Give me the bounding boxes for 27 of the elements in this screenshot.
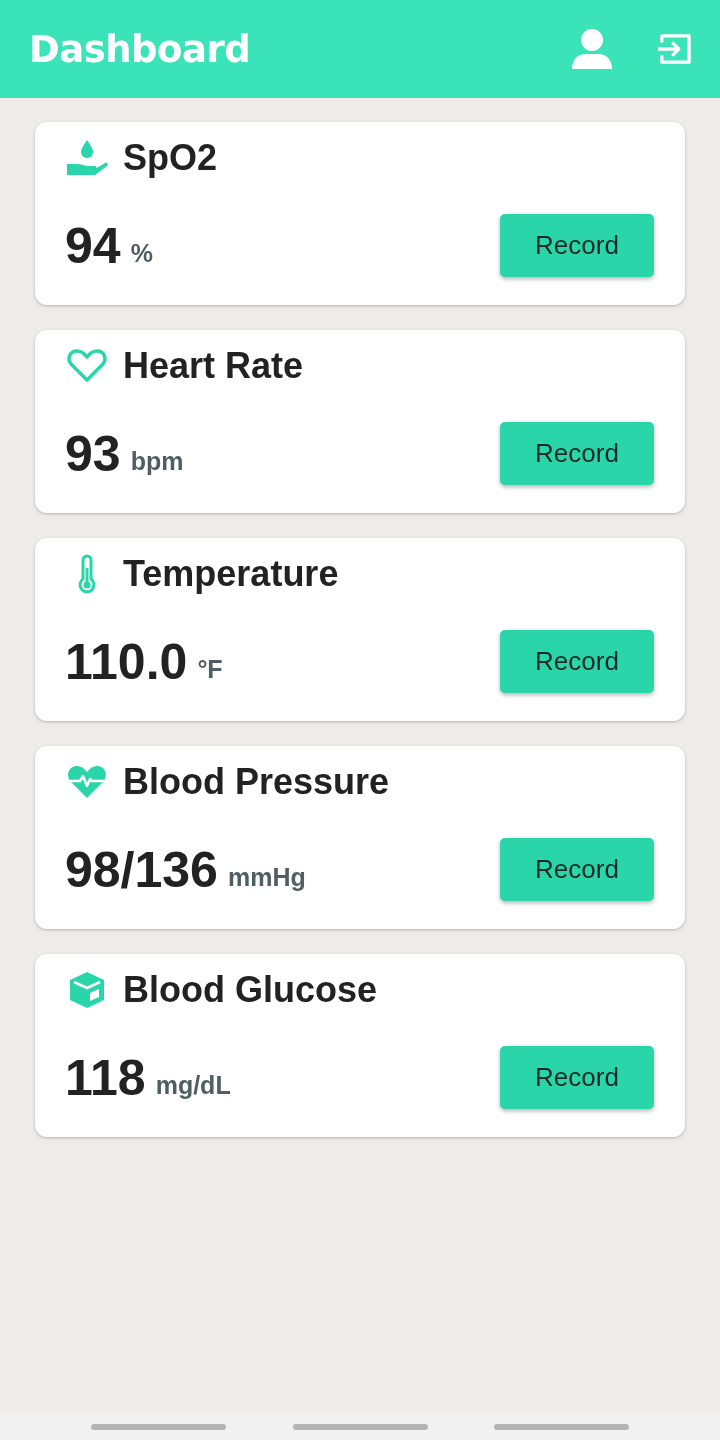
record-button[interactable]: Record (500, 1046, 654, 1109)
nav-pill[interactable] (494, 1423, 629, 1430)
record-button[interactable]: Record (500, 838, 654, 901)
record-button[interactable]: Record (500, 214, 654, 277)
app-title: Dashboard (29, 27, 252, 71)
metric-title: Blood Pressure (123, 761, 390, 803)
hand-drop-icon (65, 138, 109, 178)
metric-title: Heart Rate (123, 345, 304, 387)
user-icon[interactable] (570, 27, 614, 71)
metric-unit: bpm (130, 447, 185, 476)
metric-unit: °F (197, 655, 224, 684)
metric-value: 94 (65, 216, 121, 275)
metric-unit: mmHg (227, 863, 307, 892)
record-button[interactable]: Record (500, 422, 654, 485)
metric-value: 93 (65, 424, 121, 483)
record-button[interactable]: Record (500, 630, 654, 693)
metric-value: 118 (65, 1048, 146, 1107)
metric-title: Blood Glucose (123, 969, 378, 1011)
metric-value: 110.0 (65, 632, 188, 691)
nav-pill[interactable] (292, 1423, 428, 1430)
nav-pill[interactable] (91, 1423, 226, 1430)
metric-unit: % (130, 239, 154, 268)
metric-title: Temperature (123, 553, 339, 595)
metric-unit: mg/dL (155, 1071, 232, 1100)
metric-value: 98/136 (65, 840, 218, 899)
metric-title: SpO2 (123, 137, 218, 179)
logout-icon[interactable] (658, 33, 692, 65)
